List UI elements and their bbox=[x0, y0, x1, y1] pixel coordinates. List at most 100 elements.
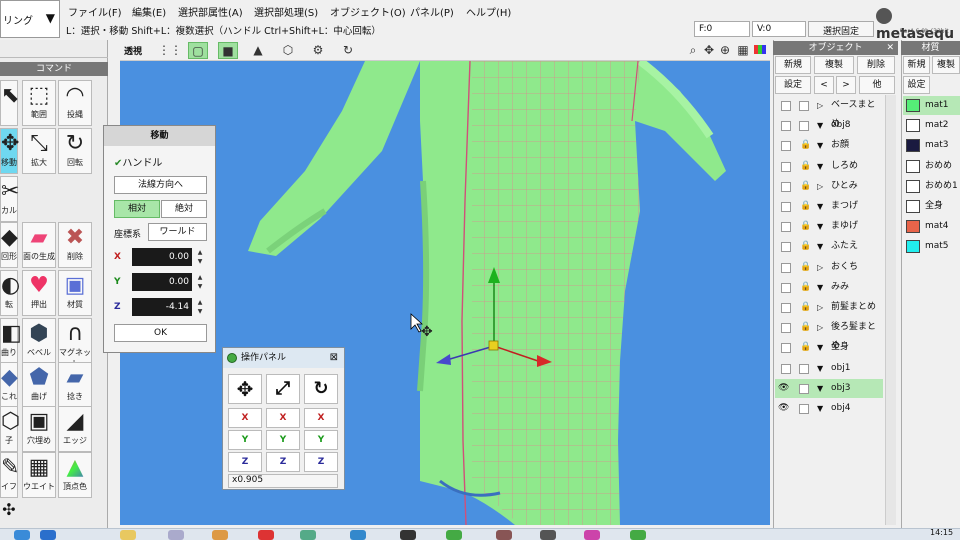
tool-extra-icon[interactable]: ✣ bbox=[0, 500, 18, 524]
material-settings-button[interactable]: 設定 bbox=[903, 76, 930, 94]
cube-view-icon[interactable]: ⬡ bbox=[278, 42, 298, 59]
object-row[interactable]: 🔒 ▷ おくち bbox=[775, 258, 883, 277]
expanded-triangle-icon[interactable]: ▼ bbox=[817, 217, 823, 236]
rotate-op-icon[interactable]: ↻ bbox=[304, 374, 338, 404]
tool-bend[interactable]: ◧ 曲り bbox=[0, 318, 22, 364]
tool-lattice[interactable]: ⬡ 子 bbox=[0, 406, 20, 452]
lock-checkbox[interactable] bbox=[799, 121, 809, 132]
lock-icon[interactable]: 🔒 bbox=[800, 278, 811, 297]
op-rotate-x[interactable]: X bbox=[304, 408, 338, 428]
mode-select[interactable]: リング ▼ bbox=[0, 0, 60, 38]
grid-view-icon[interactable]: ▦ bbox=[736, 42, 750, 59]
collapsed-triangle-icon[interactable]: ▷ bbox=[817, 298, 823, 317]
refresh-icon[interactable]: ↻ bbox=[338, 42, 358, 59]
material-row[interactable]: 全身 bbox=[903, 197, 960, 216]
object-new-button[interactable]: 新規 bbox=[775, 56, 811, 74]
close-icon[interactable]: ⊠ bbox=[330, 348, 338, 368]
material-row[interactable]: mat2 bbox=[903, 116, 960, 135]
ok-button[interactable]: OK bbox=[114, 324, 207, 342]
visibility-checkbox[interactable] bbox=[781, 181, 791, 192]
lock-checkbox[interactable] bbox=[799, 404, 809, 414]
material-row[interactable]: おめめ1 bbox=[903, 177, 960, 196]
object-row[interactable]: ▷ ベースまとめ bbox=[775, 96, 883, 129]
selection-fixed-button[interactable]: 選択固定 bbox=[808, 21, 874, 37]
chrome-icon[interactable] bbox=[258, 530, 274, 540]
object-row[interactable]: 👁 ▼ obj4 bbox=[775, 399, 883, 418]
tool-range[interactable]: ⬚ 範囲 bbox=[22, 80, 56, 126]
tool-bevel[interactable]: ⬢ ベベル bbox=[22, 318, 56, 364]
tool-skew[interactable]: ▰ 捻き bbox=[58, 362, 92, 408]
object-row[interactable]: 🔒 ▼ お顔 bbox=[775, 136, 883, 155]
wire-mode-icon[interactable]: ▢ bbox=[188, 42, 208, 59]
tool-curve[interactable]: ⬟ 曲げ bbox=[22, 362, 56, 408]
lock-icon[interactable]: 🔒 bbox=[800, 177, 811, 196]
tool-extrude[interactable]: ♥ 押出 bbox=[22, 270, 56, 316]
menu-panel[interactable]: パネル(P) bbox=[404, 2, 460, 19]
menu-edit[interactable]: 編集(E) bbox=[126, 2, 172, 19]
expanded-triangle-icon[interactable]: ▼ bbox=[817, 136, 823, 155]
op-rotate-y[interactable]: Y bbox=[304, 430, 338, 450]
tool-knife[interactable]: ✂ カル bbox=[0, 176, 19, 222]
eye-icon[interactable]: 👁 bbox=[778, 379, 789, 398]
visibility-checkbox[interactable] bbox=[781, 141, 791, 152]
app-icon[interactable] bbox=[446, 530, 462, 540]
tool-lasso[interactable]: ◠ 投縄 bbox=[58, 80, 92, 126]
op-scale-z[interactable]: Z bbox=[266, 452, 300, 472]
collapsed-triangle-icon[interactable]: ▷ bbox=[817, 96, 823, 115]
folder-icon[interactable] bbox=[120, 530, 136, 540]
perspective-toggle[interactable]: 透視 bbox=[124, 44, 142, 57]
visibility-checkbox[interactable] bbox=[781, 121, 791, 132]
start-icon[interactable] bbox=[14, 530, 30, 540]
visibility-checkbox[interactable] bbox=[781, 303, 791, 313]
gear-icon[interactable]: ⚙ bbox=[308, 42, 328, 59]
object-row[interactable]: 🔒 ▼ まつげ bbox=[775, 197, 883, 216]
rotate-view-icon[interactable]: ⊕ bbox=[718, 42, 732, 59]
material-row[interactable]: mat3 bbox=[903, 136, 960, 155]
expanded-triangle-icon[interactable]: ▼ bbox=[817, 116, 823, 135]
tool-fill-hole[interactable]: ▣ 穴埋め bbox=[22, 406, 56, 452]
tool-rotate[interactable]: ↻ 回転 bbox=[58, 128, 92, 174]
lock-checkbox[interactable] bbox=[799, 383, 809, 394]
lock-icon[interactable]: 🔒 bbox=[800, 217, 811, 236]
z-spinner[interactable]: ▲ ▼ bbox=[194, 298, 206, 316]
lock-checkbox[interactable] bbox=[799, 101, 809, 111]
scale-op-icon[interactable]: ⤢ bbox=[266, 374, 300, 404]
menu-file[interactable]: ファイル(F) bbox=[62, 2, 128, 19]
expanded-triangle-icon[interactable]: ▼ bbox=[817, 338, 823, 357]
visibility-checkbox[interactable] bbox=[781, 343, 791, 354]
object-copy-button[interactable]: 複製 bbox=[814, 56, 854, 74]
visibility-checkbox[interactable] bbox=[781, 282, 791, 293]
normal-direction-button[interactable]: 法線方向へ bbox=[114, 176, 207, 194]
visibility-checkbox[interactable] bbox=[781, 242, 791, 253]
tool-magnet[interactable]: ∩マグネット bbox=[58, 318, 92, 368]
tool-twist[interactable]: ◆ これ bbox=[0, 362, 18, 408]
expanded-triangle-icon[interactable]: ▼ bbox=[817, 197, 823, 216]
tool-edge[interactable]: ◢ エッジ bbox=[58, 406, 92, 452]
op-scale-x[interactable]: X bbox=[266, 408, 300, 428]
visibility-checkbox[interactable] bbox=[781, 323, 791, 334]
app-icon[interactable] bbox=[584, 530, 600, 540]
lock-icon[interactable]: 🔒 bbox=[800, 298, 811, 317]
op-scale-y[interactable]: Y bbox=[266, 430, 300, 450]
tool-scale[interactable]: ⤡ 拡大 bbox=[22, 128, 56, 174]
object-other-button[interactable]: 他 bbox=[859, 76, 895, 94]
object-list-scrollbar[interactable] bbox=[885, 95, 896, 525]
expanded-triangle-icon[interactable]: ▼ bbox=[817, 379, 823, 398]
solid-mode-icon[interactable]: ■ bbox=[218, 42, 238, 59]
handle-checkbox[interactable]: ✔ハンドル bbox=[114, 154, 162, 169]
texture-mode-icon[interactable]: ▲ bbox=[248, 42, 268, 59]
object-row[interactable]: ▼ obj8 bbox=[775, 116, 883, 135]
app-icon[interactable] bbox=[540, 530, 556, 540]
object-row[interactable]: 🔒 ▷ 後ろ髪まとめ bbox=[775, 318, 883, 351]
tool-move[interactable]: ✥ 移動 bbox=[0, 128, 19, 174]
op-rotate-z[interactable]: Z bbox=[304, 452, 338, 472]
material-row[interactable]: mat4 bbox=[903, 217, 960, 236]
visibility-checkbox[interactable] bbox=[781, 363, 791, 374]
material-copy-button[interactable]: 複製 bbox=[932, 56, 960, 74]
object-settings-button[interactable]: 設定 bbox=[775, 76, 811, 94]
material-row[interactable]: おめめ bbox=[903, 157, 960, 176]
lock-icon[interactable]: 🔒 bbox=[800, 258, 811, 277]
op-move-z[interactable]: Z bbox=[228, 452, 262, 472]
expanded-triangle-icon[interactable]: ▼ bbox=[817, 157, 823, 176]
visibility-checkbox[interactable] bbox=[781, 262, 791, 273]
